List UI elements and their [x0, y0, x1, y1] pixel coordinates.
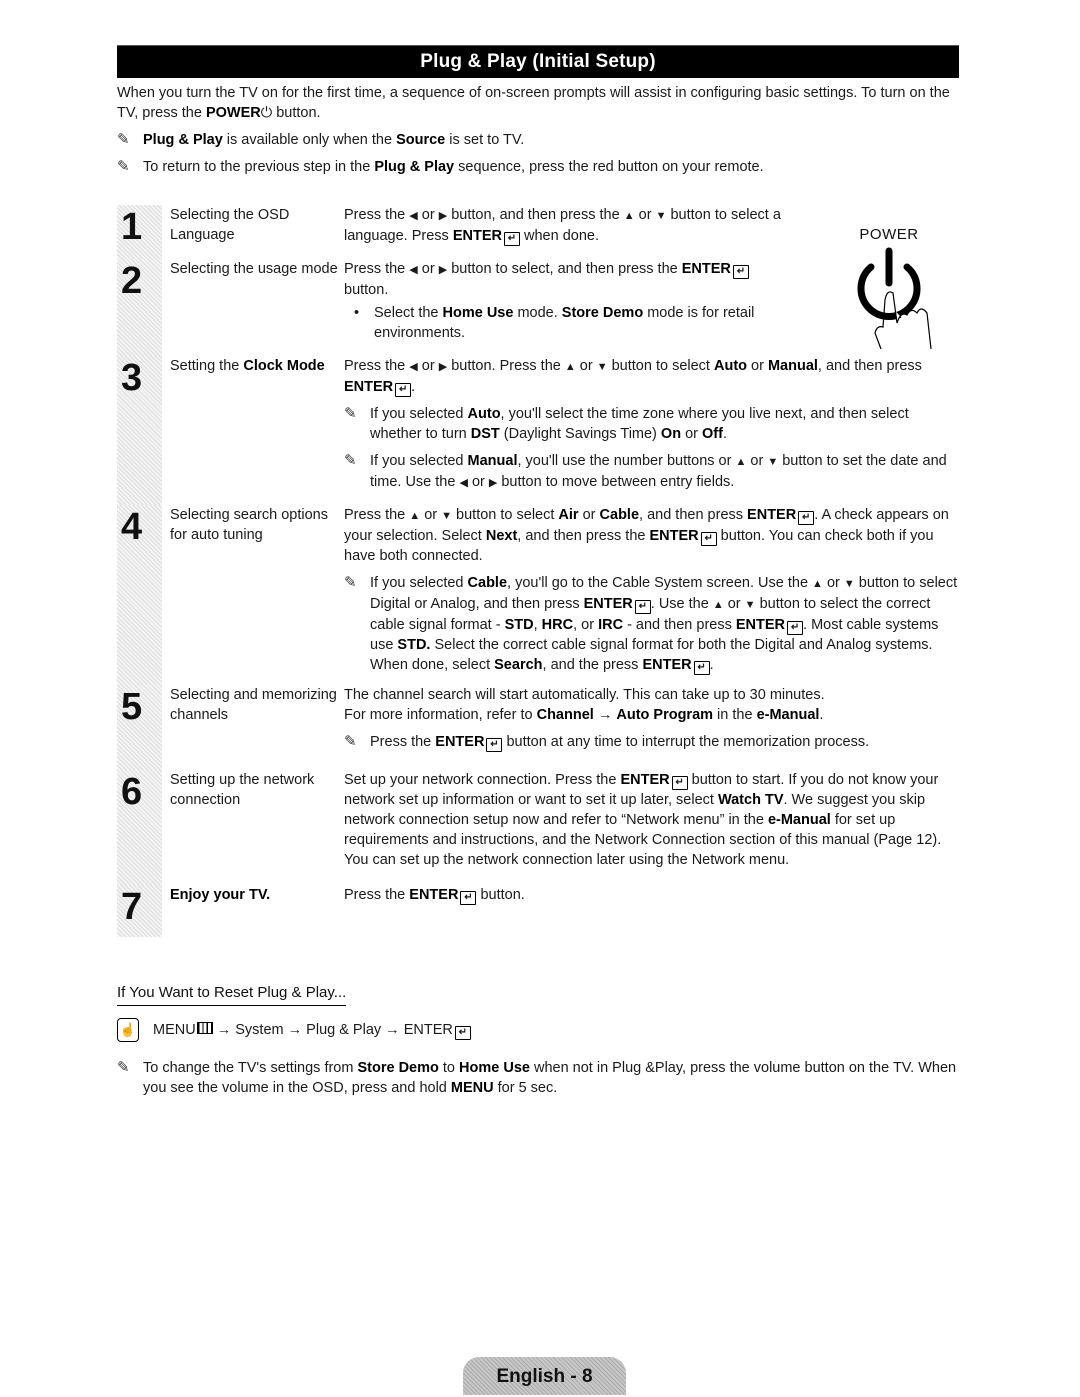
step-title: Selecting the OSD Language	[170, 207, 290, 243]
step-7: 7 Enjoy your TV. Press the ENTER ↵ button…	[117, 885, 959, 937]
page-number-badge: English - 8	[463, 1357, 626, 1395]
enter-icon: ↵	[732, 265, 749, 279]
step-body: Set up your network connection. Press th…	[344, 772, 942, 868]
step-3: 3 Setting the Clock Mode Press the ◀ or …	[117, 356, 959, 505]
step-body: Press the ▲ or ▼ button to select Air or…	[344, 507, 958, 675]
reset-section: If You Want to Reset Plug & Play... ☝ ME…	[117, 983, 959, 1098]
menu-path: ☝ MENU → System → Plug & Play → ENTER ↵	[117, 1018, 959, 1042]
up-arrow-icon: ▲	[712, 599, 724, 611]
right-arrow-icon: ▶	[438, 264, 448, 276]
step-number-badge: 1	[117, 205, 162, 259]
bullet-item: • Select the Home Use mode. Store Demo m…	[354, 305, 755, 341]
enter-icon: ↵	[693, 661, 710, 675]
enter-icon: ↵	[671, 776, 688, 790]
note-pencil-icon: ✎	[344, 405, 357, 422]
down-arrow-icon: ▼	[596, 361, 608, 373]
up-arrow-icon: ▲	[623, 210, 635, 222]
note-pencil-icon: ✎	[117, 158, 130, 175]
remote-hand-icon: ☝	[117, 1018, 139, 1042]
intro-paragraph: When you turn the TV on for the first ti…	[117, 85, 950, 121]
step-number-badge: 6	[117, 770, 162, 885]
enter-icon: ↵	[634, 600, 651, 614]
note-pencil-icon: ✎	[344, 733, 357, 750]
note-pencil-icon: ✎	[344, 452, 357, 469]
enter-icon: ↵	[486, 738, 503, 752]
step-2: 2 Selecting the usage mode Press the ◀ o…	[117, 259, 959, 356]
enter-icon: ↵	[454, 1026, 471, 1040]
enter-icon: ↵	[700, 532, 717, 546]
step-4: 4 Selecting search options for auto tuni…	[117, 505, 959, 685]
step-title: Selecting and memorizing channels	[170, 687, 337, 723]
step-body: Press the ◀ or ▶ button to select, and t…	[344, 259, 959, 356]
step-title: Enjoy your TV.	[170, 887, 271, 903]
note-pencil-icon: ✎	[344, 574, 357, 591]
power-icon: ⏻	[260, 105, 273, 121]
up-arrow-icon: ▲	[564, 361, 576, 373]
power-label: POWER	[205, 105, 261, 121]
enter-icon: ↵	[460, 891, 477, 905]
step-5: 5 Selecting and memorizing channels The …	[117, 685, 959, 770]
step-1: 1 Selecting the OSD Language Press the ◀…	[117, 205, 959, 259]
note-source: ✎ Plug & Play is available only when the…	[117, 131, 525, 148]
arrow-right-icon: →	[283, 1022, 307, 1038]
arrow-right-icon: →	[593, 707, 617, 723]
enter-icon: ↵	[395, 383, 412, 397]
step-body: Press the ◀ or ▶ button. Press the ▲ or …	[344, 356, 959, 505]
arrow-right-icon: →	[381, 1022, 404, 1038]
left-arrow-icon: ◀	[409, 210, 418, 222]
reset-heading: If You Want to Reset Plug & Play...	[117, 983, 347, 1006]
down-arrow-icon: ▼	[441, 510, 453, 522]
manual-page: Plug & Play (Initial Setup) When you tur…	[117, 45, 959, 1098]
down-arrow-icon: ▼	[843, 578, 855, 590]
step-title: Selecting search options for auto tuning	[170, 507, 328, 543]
step-body: Press the ENTER ↵ button.	[344, 887, 525, 905]
up-arrow-icon: ▲	[735, 456, 747, 468]
step-number-badge: 2	[117, 259, 162, 356]
step-body: The channel search will start automatica…	[344, 685, 959, 770]
down-arrow-icon: ▼	[655, 210, 667, 222]
step-body: Press the ◀ or ▶ button, and then press …	[344, 207, 781, 246]
note-store-demo: ✎ To change the TV's settings from Store…	[117, 1059, 957, 1096]
note-pencil-icon: ✎	[117, 1059, 130, 1076]
page-title: Plug & Play (Initial Setup)	[117, 45, 959, 78]
note-auto: ✎ If you selected Auto, you'll select th…	[344, 405, 909, 442]
up-arrow-icon: ▲	[409, 510, 421, 522]
step-number-badge: 4	[117, 505, 162, 685]
step-title: Setting up the network connection	[170, 772, 315, 808]
step-number-badge: 5	[117, 685, 162, 770]
note-cable: ✎ If you selected Cable, you'll go to th…	[344, 574, 958, 675]
step-title: Setting the Clock Mode	[170, 358, 325, 374]
left-arrow-icon: ◀	[409, 264, 418, 276]
enter-icon: ↵	[798, 511, 815, 525]
up-arrow-icon: ▲	[812, 578, 823, 590]
left-arrow-icon: ◀	[459, 477, 468, 489]
intro-section: When you turn the TV on for the first ti…	[117, 83, 959, 177]
step-title: Selecting the usage mode	[170, 261, 338, 277]
down-arrow-icon: ▼	[767, 456, 779, 468]
arrow-right-icon: →	[212, 1022, 236, 1038]
enter-icon: ↵	[787, 621, 804, 635]
enter-icon: ↵	[503, 232, 520, 246]
right-arrow-icon: ▶	[438, 361, 448, 373]
note-return: ✎ To return to the previous step in the …	[117, 158, 764, 175]
note-pencil-icon: ✎	[117, 131, 130, 148]
note-interrupt: ✎ Press the ENTER ↵ button at any time to…	[344, 733, 870, 752]
menu-icon	[196, 1022, 213, 1034]
left-arrow-icon: ◀	[409, 361, 418, 373]
right-arrow-icon: ▶	[438, 210, 448, 222]
step-number-badge: 3	[117, 356, 162, 505]
setup-steps: POWER 1 Selecting the OSD Language Press…	[117, 205, 959, 937]
step-6: 6 Setting up the network connection Set …	[117, 770, 959, 885]
note-manual: ✎ If you selected Manual, you'll use the…	[344, 451, 959, 493]
step-number-badge: 7	[117, 885, 162, 937]
down-arrow-icon: ▼	[744, 599, 756, 611]
